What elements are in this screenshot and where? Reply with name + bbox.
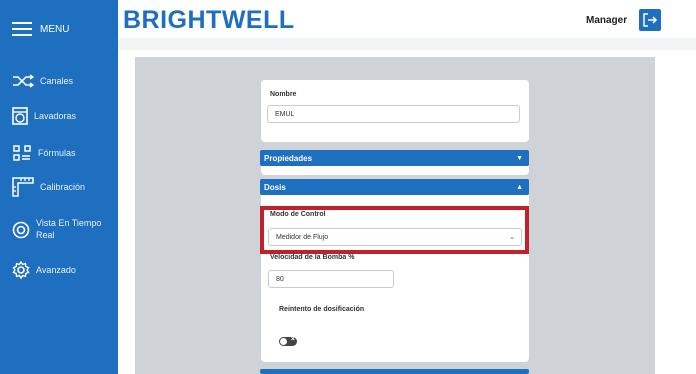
pump-speed-input[interactable]: 80 bbox=[268, 270, 394, 288]
sidebar-item-formulas[interactable]: Fórmulas bbox=[12, 144, 76, 162]
sidebar-item-label: Canales bbox=[40, 76, 74, 86]
name-label: Nombre bbox=[270, 91, 297, 98]
formula-icon bbox=[13, 145, 31, 161]
pump-speed-label: Velocidad de la Bomba % bbox=[270, 254, 355, 261]
washer-icon bbox=[12, 107, 28, 125]
caret-down-icon: ▼ bbox=[516, 154, 523, 162]
next-accordion[interactable] bbox=[260, 369, 529, 374]
ruler-icon bbox=[12, 177, 34, 197]
menu-toggle[interactable]: MENU bbox=[12, 22, 69, 36]
sidebar-item-avanzado[interactable]: Avanzado bbox=[12, 261, 76, 279]
highlight-box bbox=[260, 206, 529, 254]
menu-label: MENU bbox=[40, 23, 70, 35]
properties-label: Propiedades bbox=[264, 153, 313, 163]
sidebar-item-canales[interactable]: Canales bbox=[12, 74, 73, 88]
properties-accordion[interactable]: Propiedades ▼ bbox=[260, 150, 529, 166]
user-name: Manager bbox=[586, 15, 628, 26]
sidebar-item-calibracion[interactable]: Calibración bbox=[12, 177, 85, 197]
shuffle-icon bbox=[13, 74, 34, 88]
sidebar-item-lavadoras[interactable]: Lavadoras bbox=[12, 107, 76, 125]
logout-button[interactable] bbox=[639, 9, 661, 31]
sidebar-item-label: Vista En Tiempo Real bbox=[36, 218, 102, 240]
retry-label: Reintento de dosificación bbox=[279, 306, 365, 313]
toggle-knob bbox=[280, 338, 287, 345]
sidebar-item-label: Fórmulas bbox=[38, 148, 76, 158]
caret-up-icon: ▲ bbox=[516, 183, 523, 191]
gear-icon bbox=[12, 261, 30, 279]
sidebar-item-label: Calibración bbox=[40, 182, 86, 192]
sidebar-item-label: Lavadoras bbox=[34, 111, 77, 121]
header: BRIGHTWELL Manager bbox=[118, 0, 696, 38]
sidebar: MENU Canales Lavadoras Fórmulas Calibrac… bbox=[0, 0, 118, 374]
properties-body bbox=[261, 166, 529, 175]
hamburger-icon bbox=[12, 22, 32, 36]
header-divider bbox=[118, 38, 696, 50]
sidebar-item-vista-en-tiempo-real[interactable]: Vista En Tiempo Real bbox=[12, 217, 102, 241]
retry-toggle[interactable]: × bbox=[279, 336, 297, 346]
name-input[interactable]: EMUL bbox=[267, 105, 520, 123]
dosis-label: Dosis bbox=[264, 182, 286, 192]
eye-icon bbox=[12, 221, 30, 239]
close-icon: × bbox=[290, 336, 295, 343]
brand-logo: BRIGHTWELL bbox=[123, 6, 295, 34]
sidebar-item-label: Avanzado bbox=[36, 265, 76, 275]
logout-icon bbox=[643, 13, 658, 27]
dosis-accordion[interactable]: Dosis ▲ bbox=[260, 179, 529, 195]
